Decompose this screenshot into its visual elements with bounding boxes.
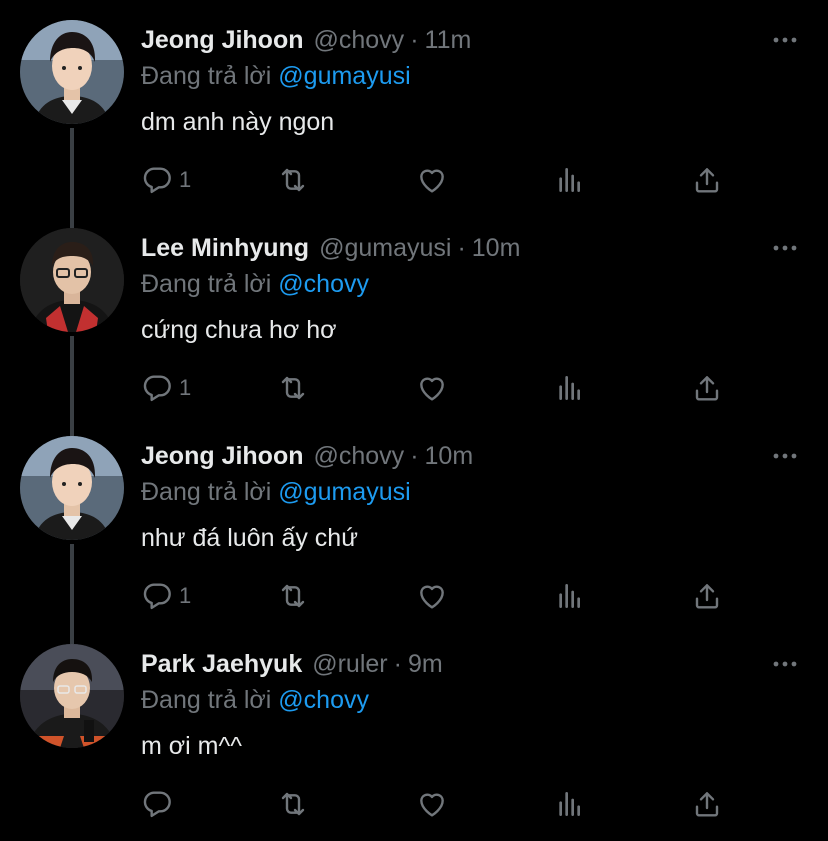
avatar[interactable]: [20, 20, 124, 124]
author-name[interactable]: Park Jaehyuk: [141, 650, 302, 678]
like-icon: [416, 788, 448, 820]
separator: ·: [410, 26, 419, 54]
author-name[interactable]: Jeong Jihoon: [141, 26, 304, 54]
retweet-button[interactable]: [277, 784, 309, 824]
retweet-icon: [277, 788, 309, 820]
separator: ·: [393, 650, 402, 678]
tweet[interactable]: Jeong Jihoon @chovy · 10m Đang trả lời @gum…: [0, 416, 828, 624]
retweet-button[interactable]: [277, 160, 309, 200]
replying-to: Đang trả lời @chovy: [141, 684, 369, 716]
share-icon: [691, 788, 723, 820]
action-bar: 1: [141, 160, 741, 200]
like-icon: [416, 372, 448, 404]
like-button[interactable]: [416, 784, 448, 824]
tweet-text: dm anh này ngon: [141, 108, 335, 136]
views-button[interactable]: [554, 160, 586, 200]
replying-to: Đang trả lời @gumayusi: [141, 476, 411, 508]
reply-icon: [141, 580, 173, 612]
views-icon: [554, 788, 586, 820]
action-bar: 1: [141, 368, 741, 408]
replying-prefix: Đang trả lời: [141, 270, 272, 298]
tweet[interactable]: Park Jaehyuk @ruler · 9m Đang trả lời @chov…: [0, 624, 828, 832]
action-bar: [141, 784, 741, 824]
mention-link[interactable]: @gumayusi: [278, 478, 410, 506]
reply-count: 1: [179, 375, 192, 400]
tweet[interactable]: Lee Minhyung @gumayusi · 10m Đang trả lời @…: [0, 208, 828, 416]
retweet-button[interactable]: [277, 368, 309, 408]
tweet-header: Lee Minhyung @gumayusi · 10m: [141, 232, 520, 264]
reply-count: 1: [179, 167, 192, 192]
like-button[interactable]: [416, 368, 448, 408]
views-button[interactable]: [554, 576, 586, 616]
author-handle[interactable]: @chovy: [314, 442, 405, 470]
tweet-text: m ơi m^^: [141, 732, 242, 760]
avatar[interactable]: [20, 644, 124, 748]
replying-prefix: Đang trả lời: [141, 686, 272, 714]
views-button[interactable]: [554, 784, 586, 824]
timestamp[interactable]: 10m: [472, 234, 521, 262]
author-name[interactable]: Jeong Jihoon: [141, 442, 304, 470]
tweet-text: như đá luôn ấy chứ: [141, 524, 358, 552]
tweet[interactable]: Jeong Jihoon @chovy · 11m Đang trả lời @gum…: [0, 0, 828, 208]
author-name[interactable]: Lee Minhyung: [141, 234, 309, 262]
like-icon: [416, 164, 448, 196]
more-icon[interactable]: [772, 238, 798, 258]
tweet-text: cứng chưa hơ hơ: [141, 316, 337, 344]
views-icon: [554, 372, 586, 404]
tweet-header: Jeong Jihoon @chovy · 10m: [141, 440, 473, 472]
retweet-icon: [277, 164, 309, 196]
reply-button[interactable]: 1: [141, 160, 191, 200]
share-icon: [691, 580, 723, 612]
reply-icon: [141, 788, 173, 820]
views-icon: [554, 164, 586, 196]
mention-link[interactable]: @chovy: [278, 686, 369, 714]
tweet-header: Park Jaehyuk @ruler · 9m: [141, 648, 443, 680]
timestamp[interactable]: 9m: [408, 650, 443, 678]
retweet-icon: [277, 580, 309, 612]
reply-button[interactable]: [141, 784, 179, 824]
reply-count: 1: [179, 583, 192, 608]
action-bar: 1: [141, 576, 741, 616]
reply-icon: [141, 372, 173, 404]
mention-link[interactable]: @chovy: [278, 270, 369, 298]
like-button[interactable]: [416, 160, 448, 200]
replying-to: Đang trả lời @gumayusi: [141, 60, 411, 92]
timestamp[interactable]: 10m: [425, 442, 474, 470]
like-icon: [416, 580, 448, 612]
views-icon: [554, 580, 586, 612]
separator: ·: [410, 442, 419, 470]
author-handle[interactable]: @gumayusi: [319, 234, 451, 262]
share-button[interactable]: [691, 368, 723, 408]
avatar[interactable]: [20, 436, 124, 540]
author-handle[interactable]: @ruler: [312, 650, 387, 678]
replying-to: Đang trả lời @chovy: [141, 268, 369, 300]
separator: ·: [457, 234, 466, 262]
timestamp[interactable]: 11m: [425, 26, 472, 54]
views-button[interactable]: [554, 368, 586, 408]
share-button[interactable]: [691, 784, 723, 824]
replying-prefix: Đang trả lời: [141, 478, 272, 506]
more-icon[interactable]: [772, 30, 798, 50]
reply-icon: [141, 164, 173, 196]
reply-button[interactable]: 1: [141, 368, 191, 408]
share-icon: [691, 164, 723, 196]
share-button[interactable]: [691, 160, 723, 200]
more-icon[interactable]: [772, 446, 798, 466]
like-button[interactable]: [416, 576, 448, 616]
replying-prefix: Đang trả lời: [141, 62, 272, 90]
more-icon[interactable]: [772, 654, 798, 674]
mention-link[interactable]: @gumayusi: [278, 62, 410, 90]
share-icon: [691, 372, 723, 404]
tweet-header: Jeong Jihoon @chovy · 11m: [141, 24, 471, 56]
reply-button[interactable]: 1: [141, 576, 191, 616]
avatar[interactable]: [20, 228, 124, 332]
author-handle[interactable]: @chovy: [314, 26, 405, 54]
retweet-button[interactable]: [277, 576, 309, 616]
share-button[interactable]: [691, 576, 723, 616]
retweet-icon: [277, 372, 309, 404]
